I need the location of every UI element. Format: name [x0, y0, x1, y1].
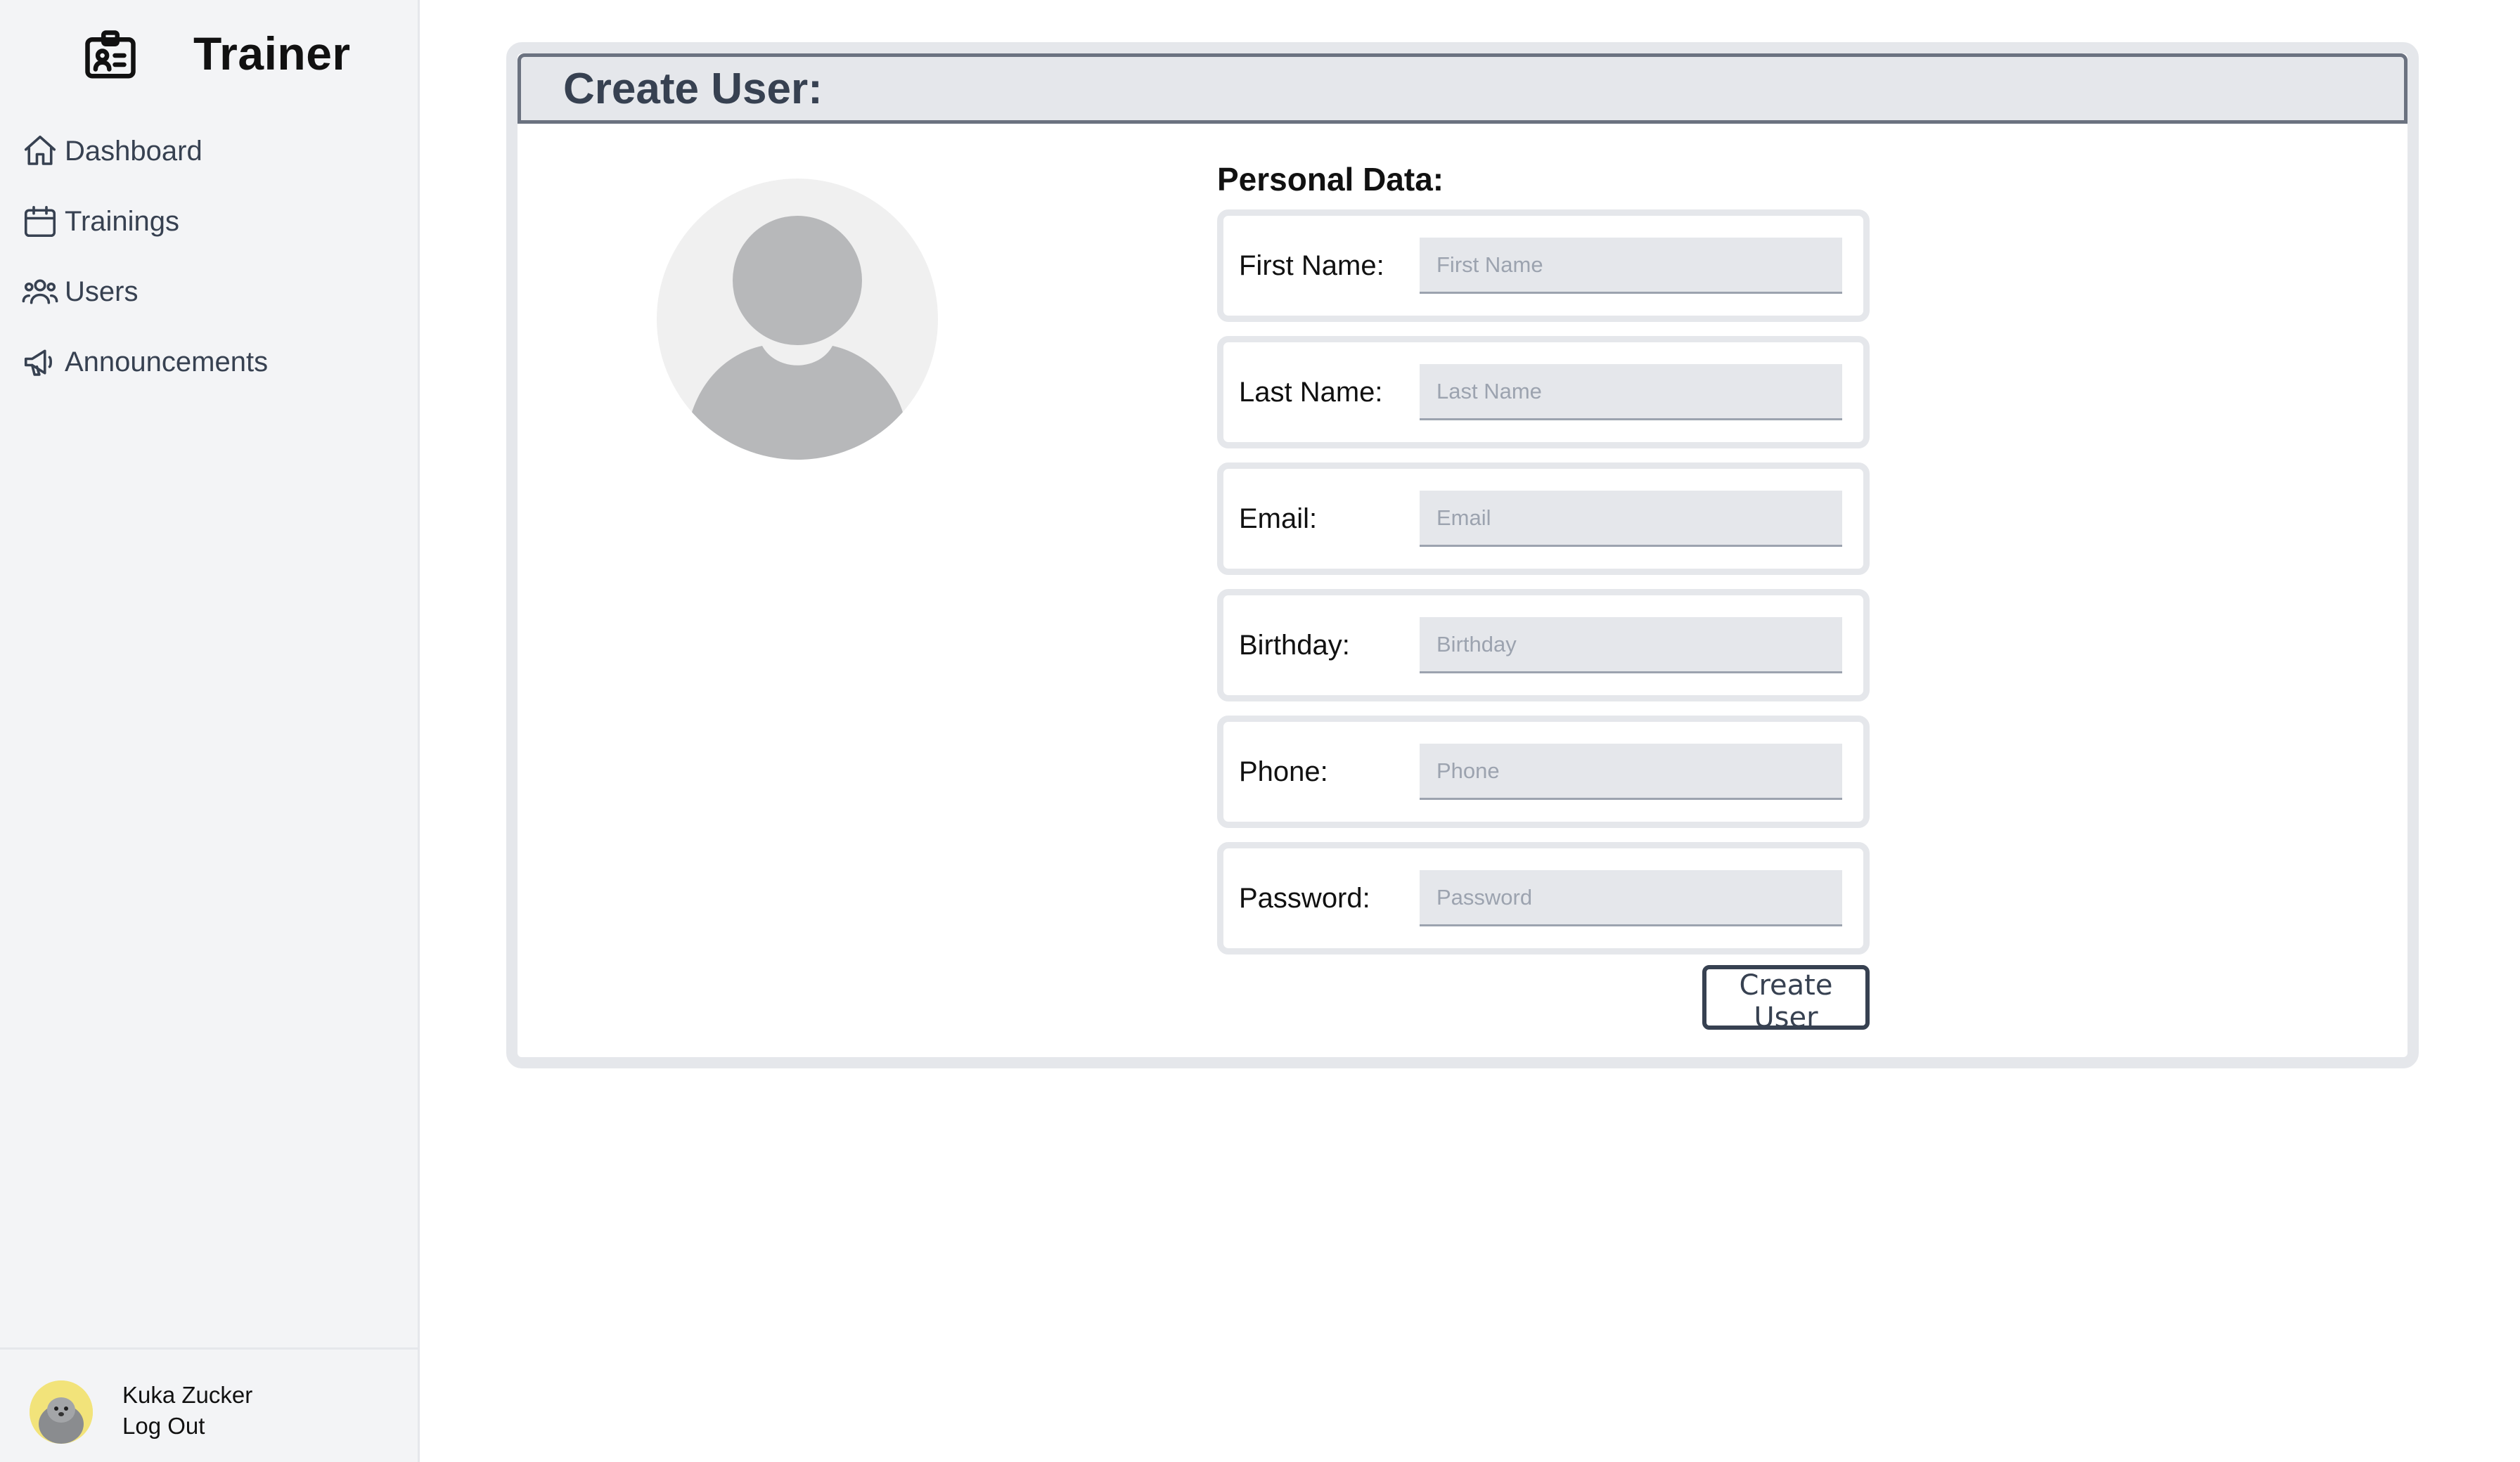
app-title: Trainer: [193, 27, 351, 79]
birthday-input[interactable]: [1420, 617, 1842, 673]
field-label: Phone:: [1239, 756, 1328, 787]
logout-link[interactable]: Log Out: [122, 1413, 205, 1440]
create-user-card: Create User: Personal Data: First Name: …: [506, 42, 2419, 1068]
field-label: First Name:: [1239, 250, 1384, 281]
create-user-button[interactable]: Create User: [1702, 965, 1870, 1034]
avatar-image: [30, 1380, 93, 1444]
phone-input[interactable]: [1420, 744, 1842, 800]
field-label: Password:: [1239, 883, 1370, 914]
sidebar-item-dashboard[interactable]: Dashboard: [21, 127, 202, 176]
field-label: Birthday:: [1239, 630, 1350, 661]
sidebar-item-label: Users: [65, 276, 139, 307]
home-icon: [24, 135, 56, 165]
users-icon: [22, 279, 58, 304]
calendar-icon: [24, 205, 56, 238]
user-name: Kuka Zucker: [122, 1382, 253, 1408]
id-badge-icon: [85, 30, 136, 79]
avatar[interactable]: [30, 1380, 93, 1444]
sidebar-item-announcements[interactable]: Announcements: [21, 337, 268, 387]
sidebar-item-label: Announcements: [65, 346, 269, 377]
last-name-field: Last Name:: [1217, 336, 1870, 448]
user-profile: Kuka Zucker Log Out: [0, 1347, 420, 1462]
sidebar-item-trainings[interactable]: Trainings: [21, 197, 179, 246]
sidebar-item-label: Trainings: [65, 205, 180, 237]
email-field: Email:: [1217, 462, 1870, 575]
card-header: Create User:: [518, 53, 2408, 124]
brand: Trainer: [0, 0, 420, 112]
sidebar: Trainer Dashboard Trainings Users Announ…: [0, 0, 420, 1462]
field-label: Email:: [1239, 503, 1318, 534]
sidebar-item-users[interactable]: Users: [21, 267, 138, 316]
profile-picture-placeholder[interactable]: [657, 179, 938, 460]
megaphone-icon: [24, 349, 52, 376]
email-input[interactable]: [1420, 491, 1842, 547]
phone-field: Phone:: [1217, 716, 1870, 828]
page-title: Create User:: [563, 65, 823, 113]
sidebar-item-label: Dashboard: [65, 135, 202, 167]
section-title: Personal Data:: [1217, 161, 1444, 198]
first-name-field: First Name:: [1217, 209, 1870, 322]
field-label: Last Name:: [1239, 377, 1383, 408]
password-field: Password:: [1217, 842, 1870, 955]
first-name-input[interactable]: [1420, 238, 1842, 294]
password-input[interactable]: [1420, 870, 1842, 926]
last-name-input[interactable]: [1420, 364, 1842, 420]
birthday-field: Birthday:: [1217, 589, 1870, 701]
